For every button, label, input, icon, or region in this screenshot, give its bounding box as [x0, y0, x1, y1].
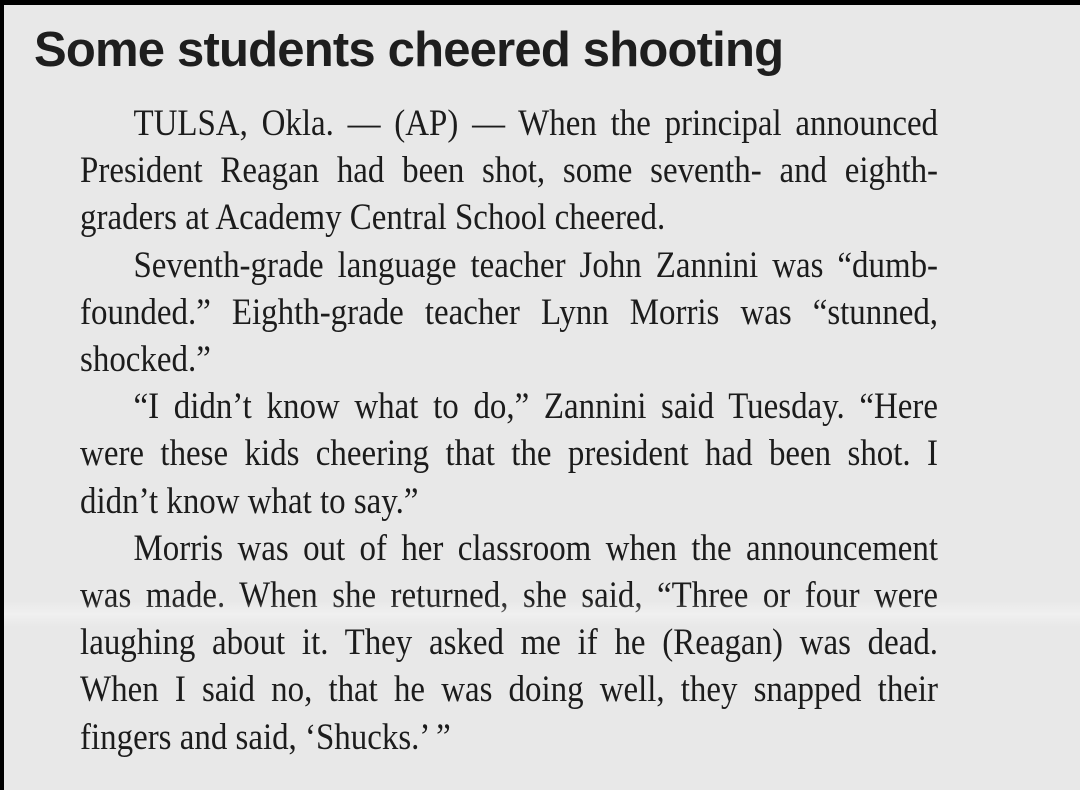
article-line: Seventh-grade language teacher John Zann…	[133, 244, 939, 286]
newspaper-clipping: Some students cheered shooting TULSA, Ok…	[4, 5, 1080, 790]
article-line: fingers and said, ‘Shucks.’ ”	[80, 716, 451, 758]
article-body: TULSA, Okla. — (AP) — When the principal…	[32, 100, 938, 761]
article-line: “I didn’t know what to do,” Zannini said…	[133, 386, 939, 428]
headline: Some students cheered shooting	[34, 23, 784, 77]
paragraph-2: Seventh-grade language teacher John Zann…	[32, 242, 938, 384]
article-line: was made. When she returned, she said, “…	[80, 575, 939, 617]
article-line: President Reagan had been shot, some sev…	[80, 150, 939, 192]
paragraph-1: TULSA, Okla. — (AP) — When the principal…	[32, 100, 938, 242]
article-line: When I said no, that he was doing well, …	[80, 669, 939, 711]
article-line: founded.” Eighth-grade teacher Lynn Morr…	[80, 291, 939, 333]
article-line: were these kids cheering that the presid…	[80, 433, 939, 475]
article-line: laughing about it. They asked me if he (…	[80, 622, 939, 664]
paragraph-4: Morris was out of her classroom when the…	[32, 525, 938, 761]
paragraph-3: “I didn’t know what to do,” Zannini said…	[32, 383, 938, 525]
article-line: Morris was out of her classroom when the…	[133, 527, 939, 569]
article-line: graders at Academy Central School cheere…	[80, 197, 666, 239]
article-line: TULSA, Okla. — (AP) — When the principal…	[133, 103, 939, 144]
article-line: didn’t know what to say.”	[80, 480, 419, 522]
article-line: shocked.”	[80, 339, 211, 381]
